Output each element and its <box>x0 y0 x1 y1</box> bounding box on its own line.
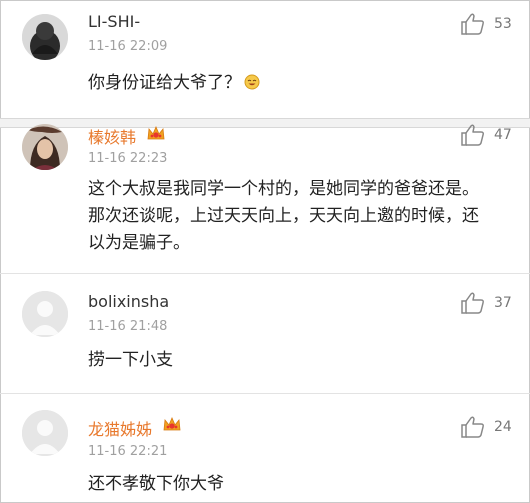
like-button[interactable] <box>460 415 486 439</box>
thumbs-up-icon <box>461 13 484 35</box>
like-count: 53 <box>494 16 512 32</box>
like-count: 24 <box>494 419 512 435</box>
like-button[interactable] <box>460 12 486 36</box>
timestamp: 11-16 22:21 <box>88 444 168 459</box>
like-count: 47 <box>494 127 512 143</box>
comment-text: 捞一下小支 <box>88 350 173 370</box>
divider <box>0 273 530 274</box>
thumbs-up-icon <box>461 292 484 314</box>
avatar[interactable] <box>22 291 68 337</box>
divider <box>0 393 530 394</box>
timestamp: 11-16 21:48 <box>88 319 168 334</box>
vip-crown-icon <box>162 416 182 434</box>
avatar[interactable] <box>22 124 68 170</box>
comment-text: 还不孝敬下你大爷 <box>88 474 224 494</box>
comment-text: 你身份证给大爷了？ <box>88 70 488 97</box>
comment-text: 这个大叔是我同学一个村的，是她同学的爸爸还是。那次还谈呢，上过天天向上，天天向上… <box>88 179 479 253</box>
divider <box>0 118 530 128</box>
username[interactable]: 龙猫姊姊 <box>88 416 152 440</box>
avatar[interactable] <box>22 14 68 60</box>
like-button[interactable] <box>460 123 486 147</box>
thumbs-up-icon <box>461 124 484 146</box>
timestamp: 11-16 22:09 <box>88 39 168 54</box>
default-avatar-icon <box>22 291 68 337</box>
like-count: 37 <box>494 295 512 311</box>
comment-text-body: 你身份证给大爷了？ <box>88 73 241 93</box>
like-button[interactable] <box>460 291 486 315</box>
avatar[interactable] <box>22 410 68 456</box>
laughing-emoji-icon <box>244 72 260 90</box>
thumbs-up-icon <box>461 416 484 438</box>
username[interactable]: LI-SHI- <box>88 12 140 31</box>
vip-crown-icon <box>146 125 166 143</box>
username[interactable]: 榛姟韩 <box>88 124 136 148</box>
default-avatar-icon <box>22 410 68 456</box>
timestamp: 11-16 22:23 <box>88 151 168 166</box>
username[interactable]: bolixinsha <box>88 292 169 311</box>
